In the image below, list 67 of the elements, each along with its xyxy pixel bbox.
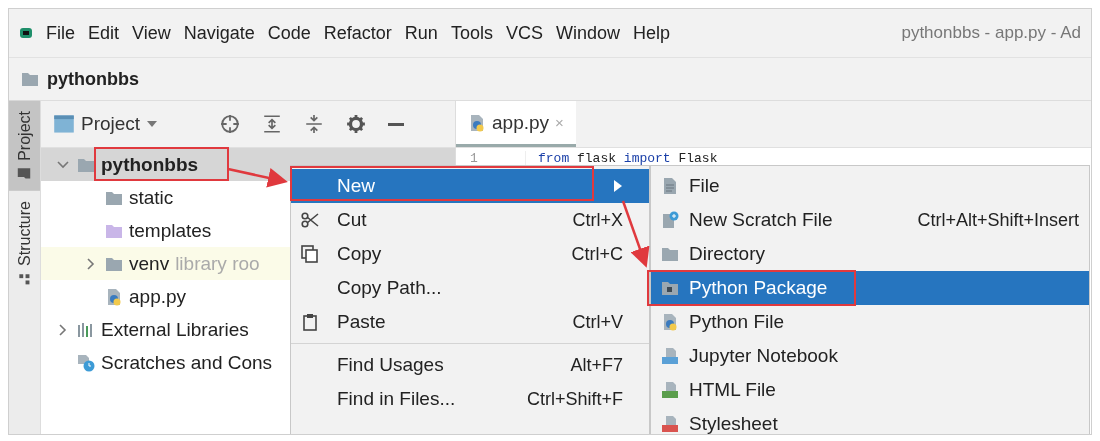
- menu-item[interactable]: File: [651, 169, 1089, 203]
- python-file-icon: [105, 287, 123, 306]
- menu-item[interactable]: Paste Ctrl+V: [291, 305, 649, 339]
- menu-item[interactable]: Tools: [450, 22, 493, 44]
- menu-item[interactable]: New: [291, 169, 649, 203]
- submenu-arrow-icon: [613, 179, 623, 193]
- menu-item[interactable]: VCS: [505, 22, 543, 44]
- shortcut-label: Ctrl+X: [572, 209, 623, 231]
- package-icon: [661, 279, 679, 297]
- menu-item[interactable]: View: [132, 22, 171, 44]
- project-view-dropdown[interactable]: Project: [53, 113, 159, 135]
- app-logo-icon: [19, 26, 33, 40]
- notebook-icon: [661, 347, 679, 365]
- file-icon: [661, 177, 679, 195]
- menu-item[interactable]: Window: [555, 22, 620, 44]
- shortcut-label: Ctrl+Alt+Shift+Insert: [917, 209, 1079, 231]
- expand-all-icon: [262, 114, 283, 134]
- menu-item[interactable]: Refactor: [323, 22, 392, 44]
- menu-item[interactable]: New Scratch File Ctrl+Alt+Shift+Insert: [651, 203, 1089, 237]
- html-file-icon: [661, 381, 679, 399]
- structure-icon: [17, 271, 32, 286]
- folder-icon: [21, 70, 39, 88]
- clipboard-icon: [301, 313, 319, 331]
- python-file-icon: [468, 113, 486, 132]
- shortcut-label: Ctrl+V: [572, 311, 623, 333]
- menu-item[interactable]: Find Usages Alt+F7: [291, 348, 649, 382]
- copy-icon: [301, 245, 319, 263]
- arrow: [227, 167, 288, 188]
- panel-icon: [53, 113, 75, 135]
- menu-item[interactable]: Navigate: [183, 22, 255, 44]
- scratch-file-icon: [661, 211, 679, 229]
- breadcrumb[interactable]: pythonbbs: [47, 68, 139, 90]
- code-line: from flask import Flask: [537, 150, 718, 166]
- menu-item[interactable]: Jupyter Notebook: [651, 339, 1089, 373]
- window-title: pythonbbs - app.py - Ad: [901, 23, 1081, 43]
- crosshair-icon: [220, 114, 241, 134]
- scissors-icon: [301, 211, 319, 229]
- menu-item[interactable]: HTML File: [651, 373, 1089, 407]
- menu-item[interactable]: Python Package: [651, 271, 1089, 305]
- folder-icon: [661, 245, 679, 263]
- stylesheet-icon: [661, 415, 679, 433]
- arrow: [621, 200, 650, 268]
- library-icon: [77, 320, 95, 339]
- shortcut-label: Ctrl+C: [571, 243, 623, 265]
- menu-item[interactable]: Run: [404, 22, 438, 44]
- tool-window-tab[interactable]: Structure: [9, 190, 40, 296]
- menu-item[interactable]: Directory: [651, 237, 1089, 271]
- caret-icon: [146, 120, 159, 128]
- menu-item[interactable]: Cut Ctrl+X: [291, 203, 649, 237]
- menu-item[interactable]: Find in Files... Ctrl+Shift+F: [291, 382, 649, 416]
- editor-tab[interactable]: app.py ×: [456, 101, 576, 147]
- menu-item[interactable]: Stylesheet: [651, 407, 1089, 434]
- settings-icon: [346, 114, 367, 134]
- menu-item[interactable]: Code: [267, 22, 311, 44]
- shortcut-label: Alt+F7: [570, 354, 623, 376]
- menu-item[interactable]: Edit: [88, 22, 120, 44]
- menu-item[interactable]: Help: [632, 22, 670, 44]
- minimize-icon[interactable]: [388, 122, 405, 126]
- path-hint: library roo: [175, 252, 260, 275]
- tool-window-tab[interactable]: Project: [9, 101, 40, 191]
- scratches-icon: [77, 353, 95, 372]
- python-file-icon: [661, 313, 679, 331]
- folder-icon: [17, 166, 32, 181]
- collapse-all-icon: [304, 114, 325, 134]
- menu-item[interactable]: Python File: [651, 305, 1089, 339]
- menu-item[interactable]: File: [46, 22, 75, 44]
- shortcut-label: Ctrl+Shift+F: [526, 388, 623, 410]
